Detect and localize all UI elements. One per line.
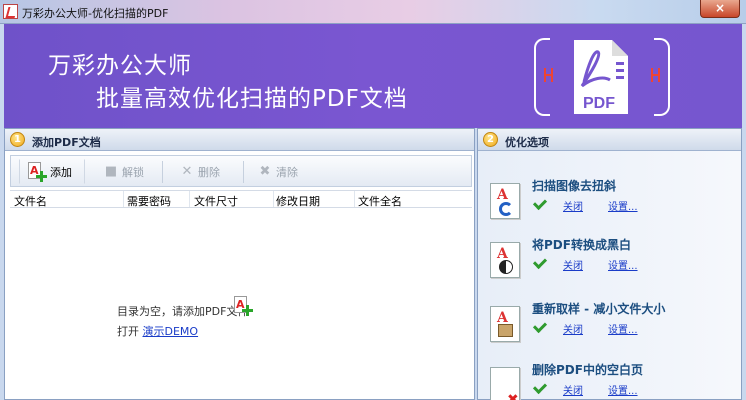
- check-icon: [532, 195, 548, 211]
- check-icon: [532, 318, 548, 334]
- black-white-icon: A: [490, 242, 520, 278]
- delete-button[interactable]: ✕ 删除: [179, 159, 221, 184]
- close-button[interactable]: ×: [700, 0, 740, 18]
- add-pdf-icon: A: [28, 161, 47, 182]
- close-option-link[interactable]: 关闭: [563, 382, 583, 397]
- remove-blank-page-icon: ✖: [490, 367, 520, 400]
- resample-icon: A: [490, 306, 520, 342]
- column-header[interactable]: 需要密码: [127, 193, 171, 209]
- header-banner: 万彩办公大师 批量高效优化扫描的PDF文档 PDF: [4, 24, 742, 128]
- add-label: 添加: [50, 165, 72, 179]
- empty-hint: 目录为空，请添加PDF文件: [117, 305, 249, 318]
- settings-link[interactable]: 设置...: [608, 257, 638, 272]
- toolbar: A 添加 ■ 解锁 ✕ 删除 ✖ 清除: [10, 155, 472, 187]
- panel-title: 优化选项: [505, 136, 549, 149]
- option-title: 删除PDF中的空白页: [532, 363, 643, 377]
- pdf-logo-icon: PDF: [534, 38, 670, 116]
- column-header[interactable]: 文件尺寸: [194, 193, 238, 209]
- close-option-link[interactable]: 关闭: [563, 198, 583, 213]
- step-badge: 2: [483, 132, 498, 147]
- banner-slogan: 批量高效优化扫描的PDF文档: [96, 86, 408, 112]
- open-label: 打开: [117, 325, 139, 338]
- column-header[interactable]: 文件名: [14, 193, 47, 209]
- deskew-icon: A: [490, 183, 520, 219]
- window-title: 万彩办公大师-优化扫描的PDF: [22, 7, 169, 20]
- delete-label: 删除: [198, 165, 220, 179]
- close-option-link[interactable]: 关闭: [563, 321, 583, 336]
- lock-icon: ■: [104, 163, 118, 179]
- clear-label: 清除: [276, 165, 298, 179]
- title-bar: 万彩办公大师-优化扫描的PDF ×: [0, 0, 746, 24]
- option-title: 重新取样 - 减小文件大小: [532, 302, 666, 316]
- add-pdf-icon[interactable]: A: [234, 296, 253, 316]
- banner-brand: 万彩办公大师: [48, 53, 192, 79]
- clear-button[interactable]: ✖ 清除: [257, 159, 299, 184]
- check-icon: [532, 379, 548, 395]
- column-header[interactable]: 文件全名: [358, 193, 402, 209]
- panel-header: 2 优化选项: [478, 129, 741, 151]
- option-title: 扫描图像去扭斜: [532, 179, 617, 193]
- settings-link[interactable]: 设置...: [608, 382, 638, 397]
- settings-link[interactable]: 设置...: [608, 321, 638, 336]
- close-option-link[interactable]: 关闭: [563, 257, 583, 272]
- column-header[interactable]: 修改日期: [276, 193, 320, 209]
- file-table-header: 文件名 需要密码 文件尺寸 修改日期 文件全名: [10, 190, 472, 208]
- step-badge: 1: [10, 132, 25, 147]
- open-demo-row: 打开 演示DEMO: [117, 323, 198, 339]
- app-pdf-icon: [3, 4, 18, 19]
- check-icon: [532, 254, 548, 270]
- logo-text: PDF: [583, 95, 615, 112]
- option-black-white: A 将PDF转换成黑白 关闭 设置...: [488, 236, 738, 288]
- settings-link[interactable]: 设置...: [608, 198, 638, 213]
- add-pdf-panel: 1 添加PDF文档 A 添加 ■ 解锁 ✕ 删除 ✖ 清除 文件名 需要密码 文…: [4, 128, 475, 400]
- delete-icon: ✕: [181, 163, 193, 179]
- unlock-label: 解锁: [122, 165, 144, 179]
- clear-icon: ✖: [259, 163, 271, 179]
- option-title: 将PDF转换成黑白: [532, 238, 631, 252]
- add-button[interactable]: A 添加: [19, 159, 85, 184]
- unlock-button[interactable]: ■ 解锁: [103, 159, 145, 184]
- optimize-options-panel: 2 优化选项 A 扫描图像去扭斜 关闭 设置... A 将PDF转换成黑白 关闭…: [477, 128, 742, 400]
- option-deskew: A 扫描图像去扭斜 关闭 设置...: [488, 177, 738, 229]
- demo-link[interactable]: 演示DEMO: [143, 325, 199, 338]
- option-remove-blank: ✖ 删除PDF中的空白页 关闭 设置...: [488, 361, 738, 400]
- option-resample: A 重新取样 - 减小文件大小 关闭 设置...: [488, 300, 738, 352]
- panel-title: 添加PDF文档: [32, 136, 101, 149]
- panel-header: 1 添加PDF文档: [5, 129, 474, 151]
